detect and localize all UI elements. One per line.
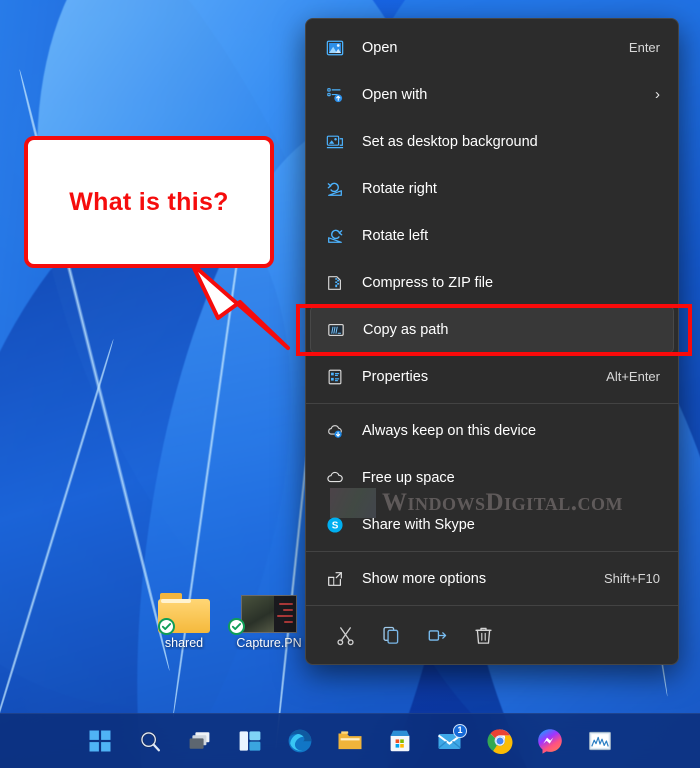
desktop-icon-label: shared (164, 636, 204, 650)
callout-text: What is this? (69, 187, 229, 216)
rename-icon[interactable] (414, 615, 460, 655)
desktop-icon-capture-png[interactable]: Capture.PN (226, 581, 312, 650)
desktop-icon-shared-folder[interactable]: shared (141, 581, 227, 650)
zip-icon (322, 274, 348, 292)
context-menu[interactable]: Open Enter Open with › Set as desktop ba… (305, 18, 679, 665)
menu-item-label: Free up space (362, 469, 455, 486)
menu-item-label: Always keep on this device (362, 422, 537, 439)
menu-item-copy-as-path[interactable]: Copy as path (310, 306, 674, 353)
menu-item-open[interactable]: Open Enter (310, 24, 674, 71)
menu-item-compress-to-zip-file[interactable]: Compress to ZIP file (310, 259, 674, 306)
copy-icon[interactable] (368, 615, 414, 655)
rotate-right-icon (322, 180, 348, 198)
chrome-button[interactable] (482, 723, 518, 759)
taskbar[interactable]: 1 (0, 713, 700, 768)
menu-item-properties[interactable]: Properties Alt+Enter (310, 353, 674, 400)
properties-icon (322, 368, 348, 386)
cloud-download-icon (322, 422, 348, 440)
menu-item-accelerator: Enter (628, 40, 660, 55)
menu-separator (306, 403, 678, 404)
search-button[interactable] (132, 723, 168, 759)
performance-monitor-button[interactable] (582, 723, 618, 759)
callout-bubble: What is this? (24, 136, 274, 268)
menu-item-label: Rotate right (362, 180, 437, 197)
menu-item-accelerator: Shift+F10 (603, 571, 660, 586)
synced-check-icon (228, 618, 245, 635)
file-explorer-button[interactable] (332, 723, 368, 759)
open-with-icon (322, 86, 348, 104)
rotate-left-icon (322, 227, 348, 245)
menu-item-open-with[interactable]: Open with › (310, 71, 674, 118)
delete-icon[interactable] (460, 615, 506, 655)
menu-item-always-keep-on-this-device[interactable]: Always keep on this device (310, 407, 674, 454)
chevron-right-icon: › (655, 86, 660, 103)
menu-item-set-as-desktop-background[interactable]: Set as desktop background (310, 118, 674, 165)
menu-item-rotate-left[interactable]: Rotate left (310, 212, 674, 259)
folder-icon (141, 581, 227, 635)
menu-separator (306, 551, 678, 552)
menu-item-label: Show more options (362, 570, 487, 587)
messenger-button[interactable] (532, 723, 568, 759)
task-view-button[interactable] (182, 723, 218, 759)
start-button[interactable] (82, 723, 118, 759)
menu-item-label: Copy as path (363, 321, 449, 338)
mail-badge-count: 1 (453, 724, 467, 738)
menu-item-label: Share with Skype (362, 516, 475, 533)
svg-text:S: S (332, 520, 339, 531)
skype-icon: S (322, 516, 348, 534)
copy-as-path-icon (323, 321, 349, 339)
menu-item-label: Open with (362, 86, 428, 103)
menu-item-accelerator: Alt+Enter (606, 369, 660, 384)
photo-icon (322, 39, 348, 57)
cut-icon[interactable] (322, 615, 368, 655)
desktop-icon-label: Capture.PN (236, 636, 302, 650)
quick-actions-row (306, 606, 678, 664)
desktop-background-icon (322, 133, 348, 151)
microsoft-store-button[interactable] (382, 723, 418, 759)
menu-item-label: Compress to ZIP file (362, 274, 494, 291)
menu-item-share-with-skype[interactable]: S Share with Skype (310, 501, 674, 548)
synced-check-icon (158, 618, 175, 635)
menu-item-label: Rotate left (362, 227, 429, 244)
image-thumbnail-icon (226, 581, 312, 635)
menu-item-label: Open (362, 39, 398, 56)
cloud-icon (322, 469, 348, 487)
edge-button[interactable] (282, 723, 318, 759)
menu-item-label: Properties (362, 368, 429, 385)
menu-item-show-more-options[interactable]: Show more options Shift+F10 (310, 555, 674, 602)
menu-item-free-up-space[interactable]: Free up space (310, 454, 674, 501)
mail-button[interactable]: 1 (432, 723, 468, 759)
show-more-options-icon (322, 570, 348, 588)
callout-tail (190, 262, 290, 350)
menu-item-label: Set as desktop background (362, 133, 538, 150)
widgets-button[interactable] (232, 723, 268, 759)
menu-item-rotate-right[interactable]: Rotate right (310, 165, 674, 212)
